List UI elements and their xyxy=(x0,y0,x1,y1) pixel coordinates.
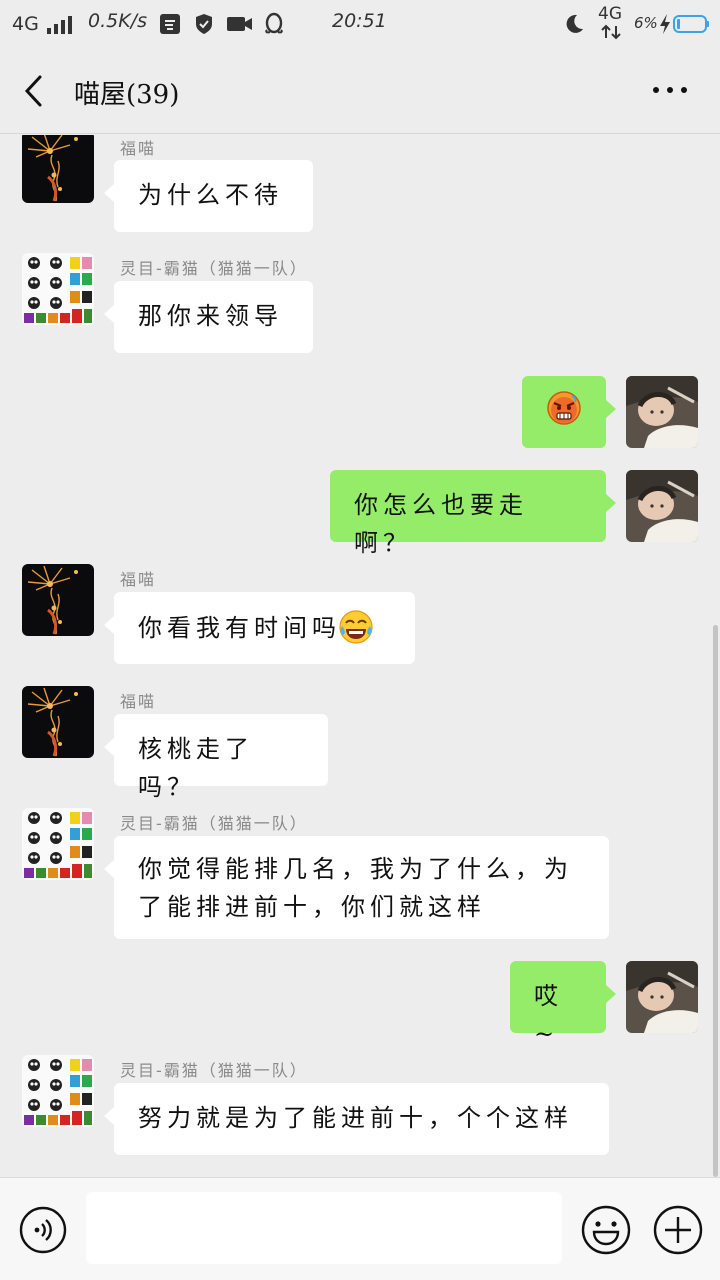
avatar-me[interactable] xyxy=(626,376,698,448)
message-text: 努力就是为了能进前十，个个这样 xyxy=(138,1104,573,1132)
message-text: 为什么不待 xyxy=(138,181,283,209)
message-input[interactable] xyxy=(86,1192,562,1264)
plus-icon[interactable] xyxy=(652,1204,704,1256)
message-text: 核桃走了吗？ xyxy=(138,735,254,801)
video-icon xyxy=(227,17,252,31)
shield-icon xyxy=(196,14,212,34)
moon-icon xyxy=(566,14,583,33)
message-bubble-incoming[interactable]: 你觉得能排几名，我为了什么，为了能排进前十，你们就这样 xyxy=(104,836,609,939)
message-bubble-incoming[interactable]: 努力就是为了能进前十，个个这样 xyxy=(104,1083,609,1155)
message-bubble-incoming[interactable]: 核桃走了吗？ xyxy=(104,714,328,801)
avatar-lingmu-bamao[interactable] xyxy=(22,253,94,325)
tears-of-joy-emoji xyxy=(339,610,373,644)
avatar-lingmu-bamao[interactable] xyxy=(22,808,94,880)
sender-name: 福喵 xyxy=(120,139,157,158)
battery-icon xyxy=(673,15,709,33)
chat-header: 喵屋(39) xyxy=(0,48,720,134)
message-text: 你看我有时间吗 xyxy=(138,614,341,642)
app-notification-icon xyxy=(160,14,180,34)
sender-name: 福喵 xyxy=(120,570,157,589)
avatar-lingmu-bamao[interactable] xyxy=(22,1055,94,1127)
avatar-fumiao[interactable] xyxy=(22,564,94,636)
message-bubble-outgoing[interactable] xyxy=(522,376,616,448)
back-chevron-icon[interactable] xyxy=(18,72,52,110)
more-dots-icon[interactable] xyxy=(650,78,690,102)
sender-name: 灵目-霸猫（猫猫一队） xyxy=(120,814,308,833)
input-bar xyxy=(0,1177,720,1280)
message-bubble-outgoing[interactable]: 哎~ xyxy=(510,961,616,1048)
message-bubble-incoming[interactable]: 为什么不待 xyxy=(104,160,313,232)
message-bubble-incoming[interactable]: 那你来领导 xyxy=(104,281,313,353)
signal-icon xyxy=(47,14,75,34)
sender-name: 福喵 xyxy=(120,692,157,711)
battery-percent: 6% xyxy=(634,14,658,32)
message-bubble-outgoing[interactable]: 你怎么也要走啊？ xyxy=(330,470,616,557)
avatar-me[interactable] xyxy=(626,470,698,542)
charging-bolt-icon xyxy=(660,14,670,34)
qq-icon xyxy=(265,12,283,34)
data-arrows-icon xyxy=(601,24,621,40)
status-bar: 4G 0.5K/s 20:51 4G 6% xyxy=(0,0,720,48)
chat-title: 喵屋(39) xyxy=(74,80,180,110)
scrollbar[interactable] xyxy=(713,625,718,1177)
voice-icon[interactable] xyxy=(18,1205,68,1255)
emoji-icon[interactable] xyxy=(580,1204,632,1256)
message-text: 你觉得能排几名，我为了什么，为了能排进前十，你们就这样 xyxy=(138,855,573,921)
avatar-fumiao[interactable] xyxy=(22,686,94,758)
clock: 20:51 xyxy=(332,10,387,32)
sender-name: 灵目-霸猫（猫猫一队） xyxy=(120,1061,308,1080)
message-text: 你怎么也要走啊？ xyxy=(354,491,528,557)
avatar-fumiao[interactable] xyxy=(22,135,94,203)
message-bubble-incoming[interactable]: 你看我有时间吗 xyxy=(104,592,415,664)
avatar-me[interactable] xyxy=(626,961,698,1033)
sender-name: 灵目-霸猫（猫猫一队） xyxy=(120,259,308,278)
network-type-right: 4G xyxy=(598,4,622,24)
network-type: 4G xyxy=(12,13,39,35)
network-speed: 0.5K/s xyxy=(88,10,147,32)
angry-face-emoji xyxy=(547,391,581,425)
message-text: 哎~ xyxy=(534,982,563,1048)
message-text: 那你来领导 xyxy=(138,302,283,330)
message-list[interactable]: 福喵 为什么不待 灵目-霸猫（猫猫一队） 那你来领导 你怎么也要走啊？ 福喵 你… xyxy=(0,135,720,1177)
